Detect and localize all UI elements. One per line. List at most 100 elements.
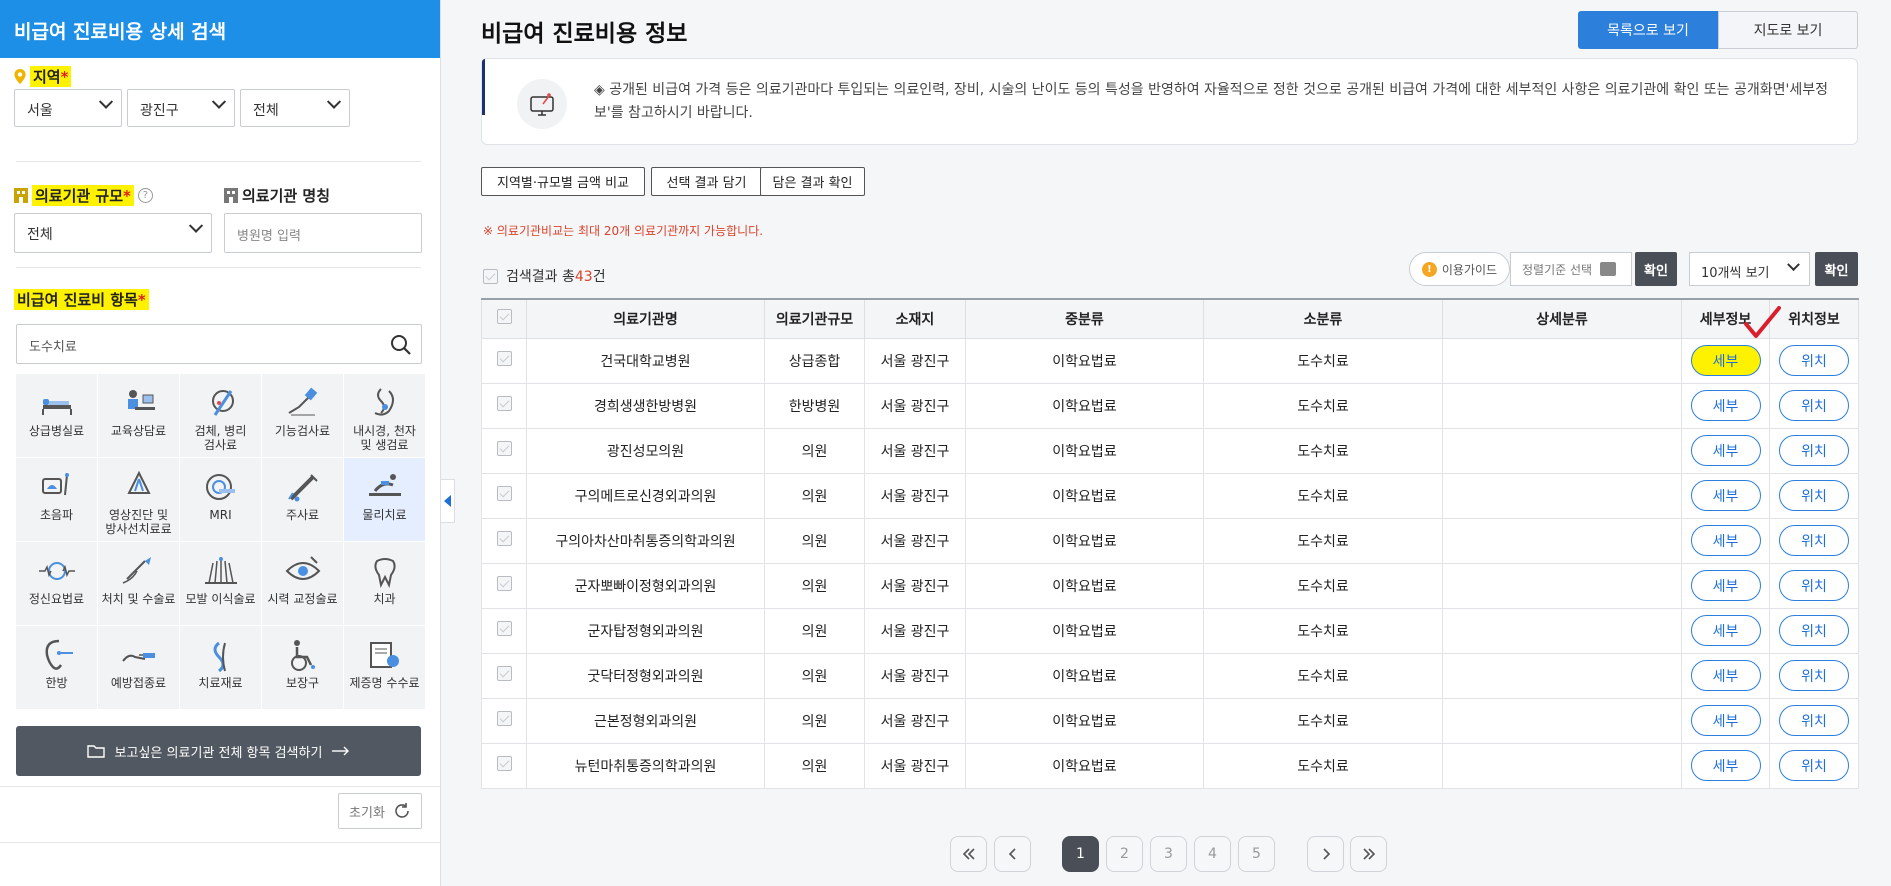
location-button[interactable]: 위치 [1779,345,1849,376]
sort-confirm-button[interactable]: 확인 [1635,252,1677,286]
row-checkbox[interactable] [496,531,512,546]
detail-button[interactable]: 세부 [1690,480,1761,511]
help-icon[interactable]: ? [137,188,153,203]
column-header[interactable]: 상세분류 [1442,298,1682,339]
treatment-search-input[interactable]: 도수치료 [16,324,422,364]
category-item[interactable]: 예방접종료 [98,626,179,709]
category-item[interactable]: 치과 [344,542,425,625]
collapse-sidebar-button[interactable] [441,479,455,523]
location-button[interactable]: 위치 [1779,480,1849,511]
row-checkbox[interactable] [496,666,512,681]
location-button[interactable]: 위치 [1779,435,1849,466]
table-row: 굿닥터정형외과의원 의원 서울 광진구 이학요법료 도수치료 세부 위치 [481,652,1859,699]
page-number-button[interactable]: 3 [1150,836,1187,872]
page-number-button[interactable]: 4 [1194,836,1231,872]
category-item[interactable]: 초음파 [16,458,97,541]
category-item[interactable]: 검체, 병리 검사료 [180,374,261,457]
category-item[interactable]: 처치 및 수술료 [98,542,179,625]
sort-select[interactable]: 정렬기준 선택 [1510,252,1632,286]
reset-button[interactable]: 초기화 [338,793,422,829]
sub-category-cell: 도수치료 [1203,337,1443,384]
prev-page-button[interactable] [994,836,1031,872]
category-item[interactable]: 시력 교정술료 [262,542,343,625]
category-item[interactable]: 모발 이식술료 [180,542,261,625]
hospital-name-cell: 뉴턴마취통증의학과의원 [526,742,765,789]
detail-button[interactable]: 세부 [1690,435,1761,466]
view-saved-button[interactable]: 담은 결과 확인 [760,167,865,196]
scale-select[interactable]: 전체 [14,213,212,253]
page-number-button[interactable]: 2 [1106,836,1143,872]
select-all-checkbox[interactable] [483,268,498,284]
row-checkbox[interactable] [496,441,512,456]
search-all-button[interactable]: 보고싶은 의료기관 전체 항목 검색하기 [16,726,421,776]
location-button[interactable]: 위치 [1779,750,1849,781]
detail-button[interactable]: 세부 [1690,750,1761,781]
location-button[interactable]: 위치 [1779,525,1849,556]
next-page-button[interactable] [1307,836,1344,872]
location-button[interactable]: 위치 [1779,615,1849,646]
last-page-button[interactable] [1350,836,1387,872]
per-page-select[interactable]: 10개씩 보기 [1689,252,1810,286]
hospital-scale-cell: 의원 [764,697,865,744]
row-checkbox[interactable] [496,576,512,591]
category-item[interactable]: MRI [180,458,261,541]
row-checkbox[interactable] [496,396,512,411]
category-item[interactable]: 물리치료 [344,458,425,541]
detail-button[interactable]: 세부 [1690,570,1761,601]
page-number-button[interactable]: 1 [1062,836,1099,872]
category-item[interactable]: 보장구 [262,626,343,709]
category-item[interactable]: 상급병실료 [16,374,97,457]
search-icon[interactable] [390,334,412,356]
region-dong-select[interactable]: 전체 [240,89,350,127]
category-item[interactable]: 기능검사료 [262,374,343,457]
page-number-button[interactable]: 5 [1238,836,1275,872]
first-page-button[interactable] [950,836,987,872]
location-button[interactable]: 위치 [1779,705,1849,736]
row-checkbox[interactable] [496,486,512,501]
mri-icon [205,474,235,500]
column-header[interactable]: 소분류 [1203,298,1443,339]
detail-button[interactable]: 세부 [1690,705,1761,736]
region-district-select[interactable]: 광진구 [127,89,235,127]
location-button[interactable]: 위치 [1779,390,1849,421]
compare-button[interactable]: 지역별·규모별 금액 비교 [481,167,645,196]
region-city-select[interactable]: 서울 [14,89,122,127]
category-item[interactable]: 치료재료 [180,626,261,709]
row-checkbox[interactable] [496,621,512,636]
category-label: 상급병실료 [28,424,85,438]
category-item[interactable]: 영상진단 및 방사선치료료 [98,458,179,541]
items-label-text: 비급여 진료비 항목 [17,291,138,309]
category-item[interactable]: 정신요법료 [16,542,97,625]
category-item[interactable]: 교육상담료 [98,374,179,457]
sub-category-cell: 도수치료 [1203,742,1443,789]
location-button[interactable]: 위치 [1779,570,1849,601]
category-item[interactable]: 주사료 [262,458,343,541]
column-header[interactable]: 의료기관명 [526,298,765,339]
category-item[interactable]: 한방 [16,626,97,709]
hospital-name-input[interactable]: 병원명 입력 [224,213,422,253]
column-header[interactable]: 소재지 [864,298,966,339]
column-header[interactable]: 중분류 [965,298,1204,339]
map-view-button[interactable]: 지도로 보기 [1718,11,1858,49]
row-checkbox[interactable] [496,351,512,366]
column-header[interactable]: 의료기관규모 [764,298,865,339]
list-view-button[interactable]: 목록으로 보기 [1578,11,1718,49]
row-checkbox[interactable] [496,756,512,771]
detail-button[interactable]: 세부 [1690,615,1761,646]
save-selection-button[interactable]: 선택 결과 담기 [651,167,762,196]
detail-button[interactable]: 세부 [1690,345,1761,376]
detail-button[interactable]: 세부 [1690,390,1761,421]
category-label: 물리치료 [362,508,407,522]
location-button[interactable]: 위치 [1779,660,1849,691]
category-label: 교육상담료 [110,424,167,438]
refresh-icon [395,803,409,818]
detail-button[interactable]: 세부 [1690,660,1761,691]
detail-button[interactable]: 세부 [1690,525,1761,556]
category-item[interactable]: 제증명 수수료 [344,626,425,709]
usage-guide-button[interactable]: ! 이용가이드 [1409,252,1510,286]
header-checkbox[interactable] [496,309,512,325]
hospital-name-cell: 구의아차산마취통증의학과의원 [526,517,765,564]
per-page-confirm-button[interactable]: 확인 [1815,252,1858,286]
category-item[interactable]: 내시경, 천자 및 생검료 [344,374,425,457]
row-checkbox[interactable] [496,711,512,726]
